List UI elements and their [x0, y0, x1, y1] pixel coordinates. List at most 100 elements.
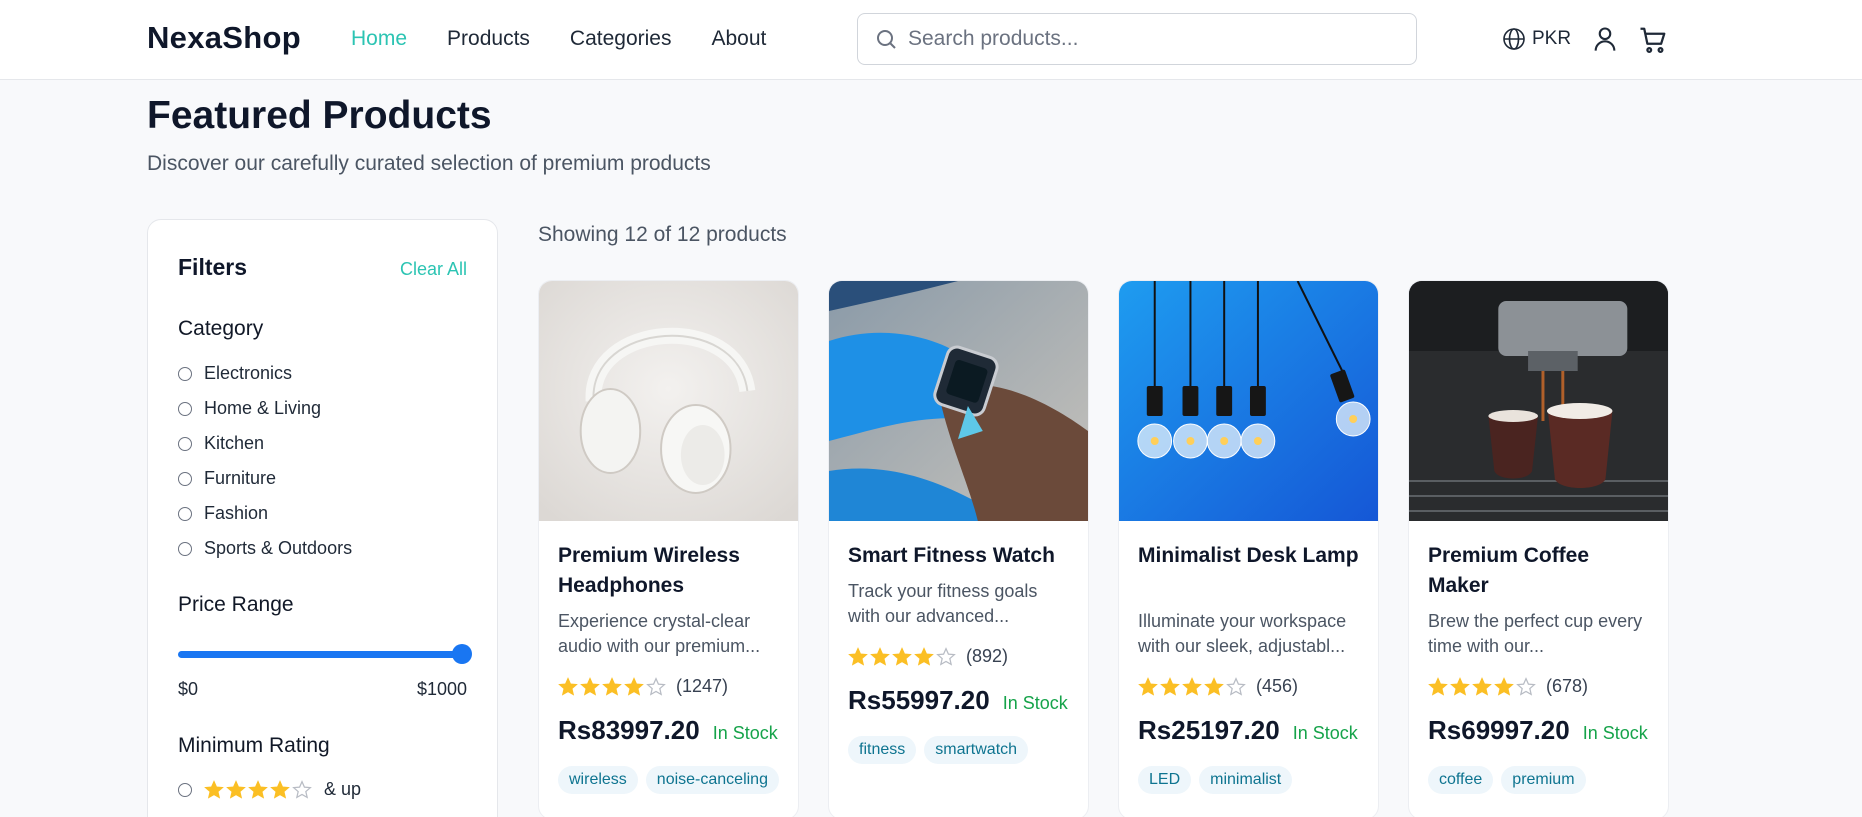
nav-products[interactable]: Products: [447, 27, 530, 51]
clear-all-button[interactable]: Clear All: [400, 259, 467, 280]
product-description: Experience crystal-clear audio with our …: [558, 611, 761, 656]
review-count: (678): [1546, 676, 1589, 696]
light-bulbs-image: [1119, 281, 1378, 521]
product-description: Track your fitness goals with our advanc…: [848, 581, 1038, 626]
review-count: (456): [1256, 676, 1299, 696]
stock-status: In Stock: [1002, 693, 1068, 713]
page-subtitle: Discover our carefully curated selection…: [147, 152, 711, 175]
category-option-electronics[interactable]: Electronics: [178, 356, 352, 391]
price-row: Rs55997.20 In Stock: [848, 685, 1068, 716]
category-label: Electronics: [204, 363, 293, 383]
radio-button[interactable]: [178, 401, 192, 416]
tag-badge[interactable]: coffee: [1428, 766, 1494, 794]
product-card[interactable]: Smart Fitness Watch Track your fitness g…: [828, 280, 1089, 817]
nav-home[interactable]: Home: [351, 27, 407, 51]
category-title: Category: [178, 317, 264, 340]
minimum-rating-title: Minimum Rating: [178, 734, 330, 757]
tag-badge[interactable]: premium: [1501, 766, 1586, 794]
currency-selector[interactable]: PKR: [1502, 27, 1571, 51]
star-icon: [646, 676, 666, 696]
star-icon: [936, 646, 956, 666]
smartwatch-image: [829, 281, 1088, 521]
star-icon: [624, 676, 644, 696]
product-tags: LED minimalist: [1138, 766, 1293, 794]
radio-button[interactable]: [178, 471, 192, 486]
tag-badge[interactable]: smartwatch: [924, 736, 1029, 764]
brand-logo[interactable]: NexaShop: [147, 20, 301, 56]
product-name[interactable]: Premium Coffee Maker: [1428, 541, 1653, 601]
search-input[interactable]: [908, 27, 1388, 51]
star-icon: [870, 646, 890, 666]
category-option-kitchen[interactable]: Kitchen: [178, 426, 352, 461]
espresso-image: [1409, 281, 1668, 521]
tag-badge[interactable]: minimalist: [1199, 766, 1293, 794]
star-icon: [1204, 676, 1224, 696]
price-max-label: $1000: [416, 679, 467, 699]
price-row: Rs83997.20 In Stock: [558, 715, 778, 746]
stock-status: In Stock: [1582, 723, 1648, 743]
product-price: Rs25197.20: [1138, 715, 1280, 745]
tag-badge[interactable]: LED: [1138, 766, 1192, 794]
category-option-fashion[interactable]: Fashion: [178, 496, 352, 531]
star-icon: [1516, 676, 1536, 696]
review-count: (1247): [676, 676, 729, 696]
price-range-slider[interactable]: [178, 644, 472, 664]
star-icon: [1450, 676, 1470, 696]
category-label: Kitchen: [204, 433, 265, 453]
product-price: Rs69997.20: [1428, 715, 1570, 745]
product-name[interactable]: Minimalist Desk Lamp: [1138, 541, 1363, 571]
product-tags: fitness smartwatch: [848, 736, 1029, 764]
category-option-sports-outdoors[interactable]: Sports & Outdoors: [178, 531, 352, 566]
product-rating: (456): [1138, 676, 1298, 697]
star-icon: [204, 779, 224, 799]
category-label: Sports & Outdoors: [204, 538, 353, 558]
star-icon: [848, 646, 868, 666]
radio-button[interactable]: [178, 541, 192, 556]
price-range-title: Price Range: [178, 593, 294, 616]
review-count: (892): [966, 646, 1009, 666]
category-label: Furniture: [204, 468, 277, 488]
radio-button[interactable]: [178, 436, 192, 451]
star-icon: [292, 779, 312, 799]
star-icon: [892, 646, 912, 666]
product-card[interactable]: Minimalist Desk Lamp Illuminate your wor…: [1118, 280, 1379, 817]
price-min-label: $0: [178, 679, 199, 699]
radio-button[interactable]: [178, 782, 192, 797]
user-icon[interactable]: [1591, 25, 1619, 53]
star-rating: [1138, 676, 1246, 697]
star-icon: [1428, 676, 1448, 696]
cart-icon[interactable]: [1638, 25, 1668, 55]
star-icon: [1138, 676, 1158, 696]
category-option-home-living[interactable]: Home & Living: [178, 391, 352, 426]
product-name[interactable]: Premium Wireless Headphones: [558, 541, 783, 601]
price-row: Rs25197.20 In Stock: [1138, 715, 1358, 746]
star-icon: [914, 646, 934, 666]
slider-thumb[interactable]: [452, 644, 472, 664]
category-label: Home & Living: [204, 398, 322, 418]
category-option-furniture[interactable]: Furniture: [178, 461, 352, 496]
product-name[interactable]: Smart Fitness Watch: [848, 541, 1073, 571]
currency-label: PKR: [1532, 28, 1572, 49]
rating-option-4-up[interactable]: & up: [178, 772, 361, 807]
product-price: Rs55997.20: [848, 685, 990, 715]
nav-about[interactable]: About: [711, 27, 766, 51]
radio-button[interactable]: [178, 506, 192, 521]
star-icon: [226, 779, 246, 799]
price-row: Rs69997.20 In Stock: [1428, 715, 1648, 746]
tag-badge[interactable]: noise-canceling: [645, 766, 779, 794]
star-rating: [204, 779, 312, 800]
main-nav: Home Products Categories About: [351, 27, 766, 51]
category-list: Electronics Home & Living Kitchen Furnit…: [178, 356, 352, 566]
star-icon: [602, 676, 622, 696]
globe-icon: [1503, 28, 1525, 50]
product-card[interactable]: Premium Wireless Headphones Experience c…: [538, 280, 799, 817]
star-icon: [558, 676, 578, 696]
star-icon: [1182, 676, 1202, 696]
tag-badge[interactable]: fitness: [848, 736, 917, 764]
product-card[interactable]: Premium Coffee Maker Brew the perfect cu…: [1408, 280, 1669, 817]
filters-panel: Filters Clear All Category Electronics H…: [147, 219, 498, 817]
radio-button[interactable]: [178, 366, 192, 381]
star-icon: [1226, 676, 1246, 696]
nav-categories[interactable]: Categories: [570, 27, 672, 51]
tag-badge[interactable]: wireless: [558, 766, 638, 794]
